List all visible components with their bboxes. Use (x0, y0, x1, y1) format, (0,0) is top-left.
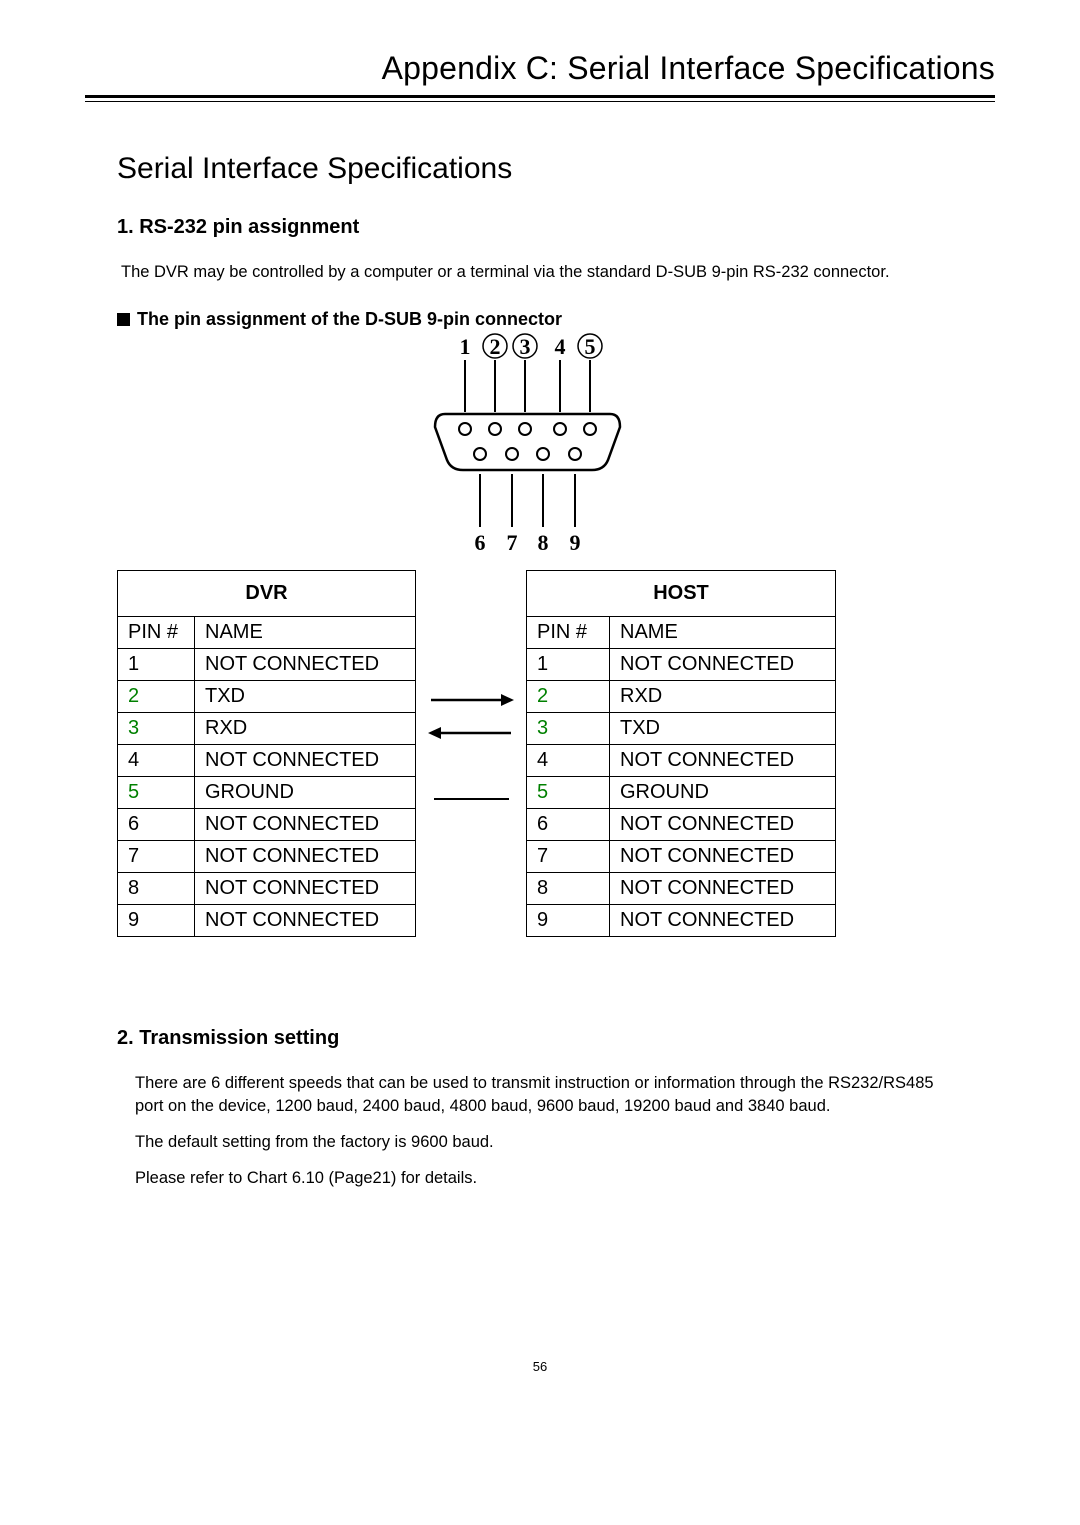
table-row: 8NOT CONNECTED (527, 873, 836, 905)
table-row: 7NOT CONNECTED (527, 841, 836, 873)
pin-tables-row: DVR PIN # NAME 1NOT CONNECTED 2TXD 3RXD … (117, 570, 963, 937)
table-row: 4NOT CONNECTED (118, 745, 416, 777)
table-row: 9NOT CONNECTED (527, 905, 836, 937)
host-col-name: NAME (610, 617, 836, 649)
table-row: 9NOT CONNECTED (118, 905, 416, 937)
pin-label-7: 7 (507, 530, 518, 555)
table-row: 1NOT CONNECTED (118, 649, 416, 681)
subsection-1-heading: 1. RS-232 pin assignment (117, 216, 963, 239)
host-table: HOST PIN # NAME 1NOT CONNECTED 2RXD 3TXD… (526, 570, 836, 937)
content: Serial Interface Specifications 1. RS-23… (85, 102, 995, 1374)
dvr-table: DVR PIN # NAME 1NOT CONNECTED 2TXD 3RXD … (117, 570, 416, 937)
table-row: 8NOT CONNECTED (118, 873, 416, 905)
table-row: 2RXD (527, 681, 836, 713)
table-row: 4NOT CONNECTED (527, 745, 836, 777)
arrow-right-icon (416, 683, 526, 716)
table-row: 7NOT CONNECTED (118, 841, 416, 873)
arrow-column (416, 570, 526, 937)
pin-label-5: 5 (585, 334, 596, 359)
pin-label-6: 6 (475, 530, 486, 555)
dvr-table-title: DVR (118, 571, 416, 617)
pin-label-4: 4 (555, 334, 566, 359)
subsection-1-body: The DVR may be controlled by a computer … (117, 261, 963, 283)
section-title: Serial Interface Specifications (117, 152, 963, 186)
host-col-pin: PIN # (527, 617, 610, 649)
page: Appendix C: Serial Interface Specificati… (0, 0, 1080, 1414)
arrow-left-icon (416, 716, 526, 749)
subsection-2-p2: The default setting from the factory is … (117, 1131, 963, 1153)
subsection-2: 2. Transmission setting There are 6 diff… (117, 1027, 963, 1189)
page-number: 56 (117, 1359, 963, 1374)
dvr-col-pin: PIN # (118, 617, 195, 649)
connection-line-icon (416, 782, 526, 815)
square-bullet-icon (117, 313, 130, 326)
table-row: 5GROUND (118, 777, 416, 809)
table-row: 1NOT CONNECTED (527, 649, 836, 681)
pin-label-2: 2 (490, 334, 501, 359)
table-row: 6NOT CONNECTED (527, 809, 836, 841)
table-row: 3TXD (527, 713, 836, 745)
dvr-col-name: NAME (195, 617, 416, 649)
bullet-heading: The pin assignment of the D-SUB 9-pin co… (117, 309, 963, 330)
subsection-2-p1: There are 6 different speeds that can be… (117, 1072, 963, 1117)
table-row: 6NOT CONNECTED (118, 809, 416, 841)
appendix-header: Appendix C: Serial Interface Specificati… (85, 50, 995, 87)
table-row: 3RXD (118, 713, 416, 745)
subsection-2-p3: Please refer to Chart 6.10 (Page21) for … (117, 1167, 963, 1189)
table-row: 2TXD (118, 681, 416, 713)
table-row: 5GROUND (527, 777, 836, 809)
pin-label-1: 1 (460, 334, 471, 359)
dsub9-connector-diagram: 1 2 3 4 5 (415, 332, 665, 562)
pin-label-3: 3 (520, 334, 531, 359)
header-rule (85, 95, 995, 102)
bullet-heading-text: The pin assignment of the D-SUB 9-pin co… (137, 309, 562, 330)
subsection-2-heading: 2. Transmission setting (117, 1027, 963, 1050)
pin-label-9: 9 (570, 530, 581, 555)
host-table-title: HOST (527, 571, 836, 617)
pin-label-8: 8 (538, 530, 549, 555)
